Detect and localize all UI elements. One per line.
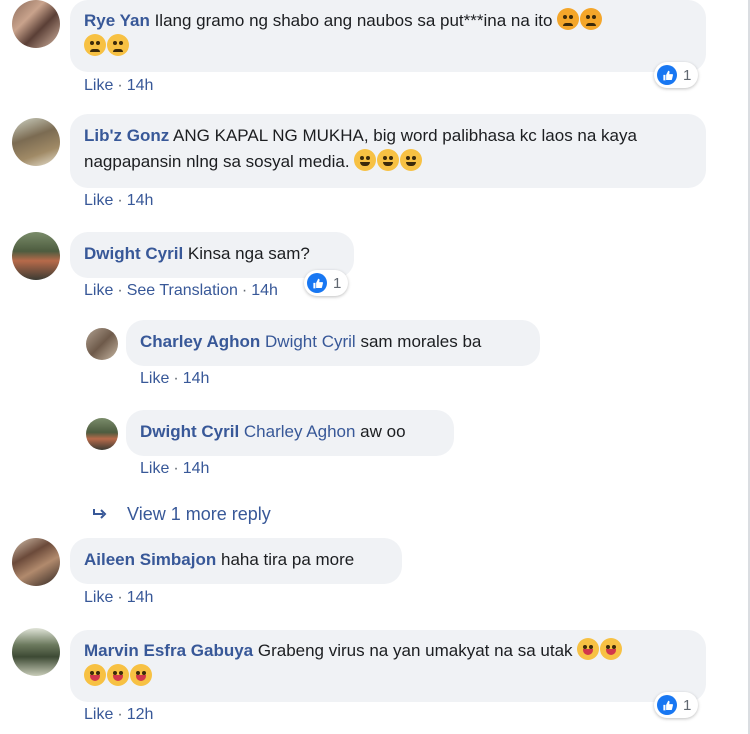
tongue-out-face-icon <box>107 664 129 686</box>
timestamp[interactable]: 14h <box>127 77 154 94</box>
comment-author[interactable]: Aileen Simbajon <box>84 550 216 569</box>
tears-of-joy-icon <box>400 149 423 171</box>
tongue-out-face-icon <box>577 638 600 660</box>
face-with-steam-icon <box>84 34 106 56</box>
tongue-out-face-icon <box>130 664 152 686</box>
mentioned-user[interactable]: Charley Aghon <box>244 422 356 441</box>
timestamp[interactable]: 14h <box>183 370 210 387</box>
like-button[interactable]: Like <box>84 589 113 606</box>
reaction-count[interactable]: 1 <box>654 692 699 718</box>
reply-arrow-icon <box>92 504 113 524</box>
avatar[interactable] <box>12 538 60 586</box>
thumbs-up-icon <box>307 273 327 293</box>
comment-actions: Like · See Translation · 14h <box>84 282 278 299</box>
comment-actions: Like · 14h <box>84 589 154 606</box>
view-more-replies-link[interactable]: View 1 more reply <box>92 504 271 525</box>
comment-bubble: Lib'z Gonz ANG KAPAL NG MUKHA, big word … <box>70 114 706 188</box>
comment-text: Grabeng virus na yan umakyat na sa utak <box>257 641 573 660</box>
mentioned-user[interactable]: Dwight Cyril <box>265 332 356 351</box>
reply-author[interactable]: Dwight Cyril <box>140 422 239 441</box>
like-button[interactable]: Like <box>84 77 113 94</box>
avatar[interactable] <box>12 0 60 48</box>
tears-of-joy-icon <box>354 149 377 171</box>
timestamp[interactable]: 14h <box>183 460 210 477</box>
comment-actions: Like · 12h <box>84 706 154 723</box>
thumbs-up-icon <box>657 65 677 85</box>
face-with-steam-icon <box>107 34 129 56</box>
tongue-out-face-icon <box>600 638 623 660</box>
see-translation-link[interactable]: See Translation <box>127 282 238 299</box>
comment-text: Ilang gramo ng shabo ang naubos sa put**… <box>154 11 553 30</box>
comment-text: Kinsa nga sam? <box>187 244 310 263</box>
avatar[interactable] <box>12 118 60 166</box>
like-button[interactable]: Like <box>84 706 113 723</box>
comment-actions: Like · 14h <box>84 77 154 94</box>
comment-bubble: Rye Yan Ilang gramo ng shabo ang naubos … <box>70 0 706 72</box>
timestamp[interactable]: 14h <box>127 589 154 606</box>
timestamp[interactable]: 14h <box>127 192 154 209</box>
comment-bubble: Marvin Esfra Gabuya Grabeng virus na yan… <box>70 630 706 702</box>
avatar[interactable] <box>12 232 60 280</box>
reaction-count[interactable]: 1 <box>654 62 699 88</box>
reply-text: sam morales ba <box>360 332 482 351</box>
tears-of-joy-icon <box>377 149 400 171</box>
timestamp[interactable]: 14h <box>251 282 278 299</box>
comment-author[interactable]: Lib'z Gonz <box>84 126 169 145</box>
reply-actions: Like · 14h <box>140 460 210 477</box>
reply-text: aw oo <box>360 422 406 441</box>
reply-author[interactable]: Charley Aghon <box>140 332 260 351</box>
timestamp[interactable]: 12h <box>127 706 154 723</box>
avatar[interactable] <box>86 418 118 450</box>
comment-text: haha tira pa more <box>220 550 355 569</box>
thumbs-up-icon <box>657 695 677 715</box>
comment-actions: Like · 14h <box>84 192 154 209</box>
like-button[interactable]: Like <box>140 370 169 387</box>
like-button[interactable]: Like <box>140 460 169 477</box>
reaction-count[interactable]: 1 <box>304 270 349 296</box>
tongue-out-face-icon <box>84 664 106 686</box>
angry-face-icon <box>557 8 580 30</box>
angry-face-icon <box>580 8 603 30</box>
reply-bubble: Charley Aghon Dwight Cyril sam morales b… <box>126 320 540 366</box>
comment-author[interactable]: Marvin Esfra Gabuya <box>84 641 253 660</box>
like-button[interactable]: Like <box>84 282 113 299</box>
like-button[interactable]: Like <box>84 192 113 209</box>
comment-author[interactable]: Dwight Cyril <box>84 244 183 263</box>
reply-actions: Like · 14h <box>140 370 210 387</box>
reply-bubble: Dwight Cyril Charley Aghon aw oo <box>126 410 454 456</box>
avatar[interactable] <box>86 328 118 360</box>
comment-bubble: Aileen Simbajon haha tira pa more <box>70 538 402 584</box>
avatar[interactable] <box>12 628 60 676</box>
comment-author[interactable]: Rye Yan <box>84 11 150 30</box>
